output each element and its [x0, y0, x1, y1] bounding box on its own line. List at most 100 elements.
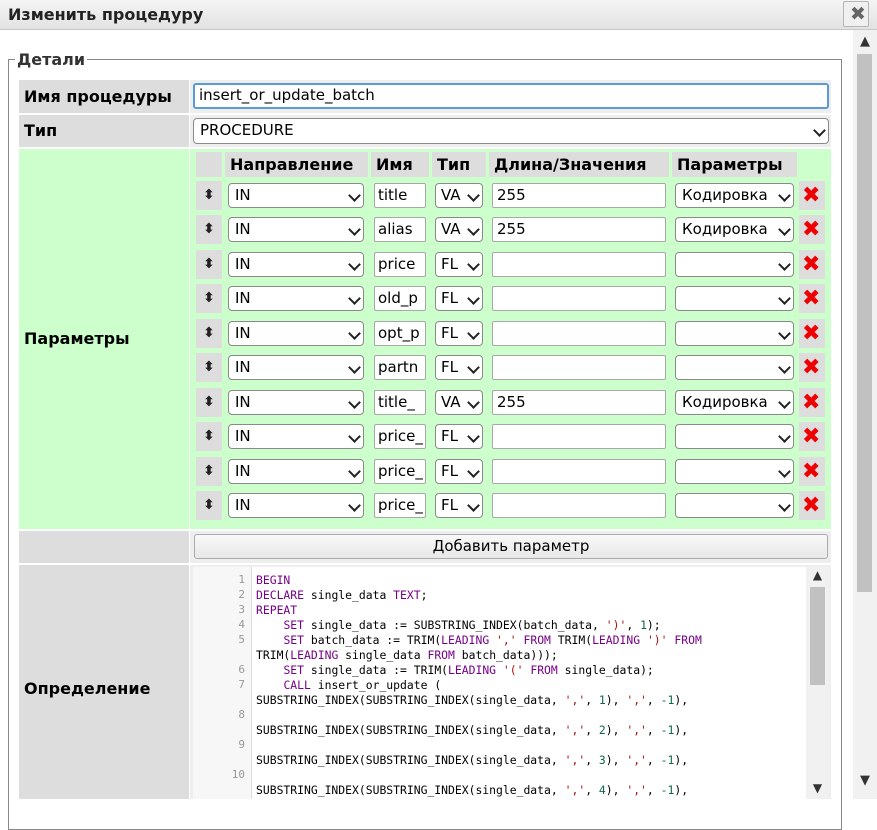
- delete-param-button[interactable]: ✖: [799, 319, 825, 348]
- code-token: ,: [646, 693, 661, 707]
- param-direction-select[interactable]: IN: [228, 183, 364, 208]
- drag-handle-icon[interactable]: ⬍: [196, 215, 222, 244]
- delete-param-button[interactable]: ✖: [799, 388, 825, 417]
- scroll-up-icon[interactable]: ▲: [853, 32, 877, 52]
- param-options-select[interactable]: [675, 321, 794, 346]
- code-token: TRIM(: [550, 633, 593, 647]
- drag-handle-icon[interactable]: ⬍: [196, 250, 222, 279]
- param-type-select[interactable]: FL: [435, 286, 483, 311]
- param-name-input[interactable]: old_p: [374, 286, 426, 311]
- param-type-select[interactable]: VA: [435, 183, 483, 208]
- param-length-input[interactable]: [492, 459, 666, 484]
- param-options-select[interactable]: Кодировка: [675, 183, 794, 208]
- code-token: FROM: [427, 648, 455, 662]
- param-type-select[interactable]: FL: [435, 252, 483, 277]
- code-editor[interactable]: 1 2 3 4 5 6 7 8 9 10 BEGIN DECLARE single_data TEX…: [193, 567, 829, 799]
- param-name-input[interactable]: partn: [374, 355, 426, 380]
- param-direction-select[interactable]: IN: [228, 252, 364, 277]
- param-length-input[interactable]: [492, 424, 666, 449]
- param-name-input[interactable]: alias: [374, 217, 426, 242]
- param-type-value: FL: [441, 324, 458, 342]
- param-options-select[interactable]: [675, 424, 794, 449]
- param-length-input[interactable]: 255: [492, 390, 666, 415]
- param-options-select[interactable]: [675, 459, 794, 484]
- delete-icon: ✖: [802, 355, 821, 380]
- chevron-down-icon: [778, 430, 791, 443]
- param-direction-select[interactable]: IN: [228, 286, 364, 311]
- param-options-select[interactable]: [675, 286, 794, 311]
- param-length-input[interactable]: 255: [492, 217, 666, 242]
- param-length-input[interactable]: [492, 321, 666, 346]
- code-token: batch_data)));: [454, 648, 558, 662]
- param-type-select[interactable]: FL: [435, 424, 483, 449]
- param-type-select[interactable]: VA: [435, 217, 483, 242]
- drag-handle-icon[interactable]: ⬍: [196, 181, 222, 210]
- param-direction-select[interactable]: IN: [228, 217, 364, 242]
- procedure-name-input[interactable]: insert_or_update_batch: [193, 83, 829, 109]
- scrollbar-thumb[interactable]: [857, 54, 872, 592]
- param-type-select[interactable]: FL: [435, 459, 483, 484]
- param-length-input[interactable]: 255: [492, 183, 666, 208]
- code-token: TEXT: [393, 588, 421, 602]
- drag-handle-icon[interactable]: ⬍: [196, 491, 222, 520]
- param-name-input[interactable]: title: [374, 183, 426, 208]
- param-options-select[interactable]: Кодировка: [675, 390, 794, 415]
- param-options-select[interactable]: Кодировка: [675, 217, 794, 242]
- param-name-input[interactable]: price_: [374, 493, 426, 518]
- add-param-label-cell: [19, 531, 189, 563]
- editor-scroll-up-icon[interactable]: ▲: [806, 568, 829, 582]
- dialog-title: Изменить процедуру: [8, 5, 204, 24]
- param-direction-select[interactable]: IN: [228, 493, 364, 518]
- delete-param-button[interactable]: ✖: [799, 181, 825, 210]
- delete-param-button[interactable]: ✖: [799, 422, 825, 451]
- delete-param-button[interactable]: ✖: [799, 491, 825, 520]
- param-direction-select[interactable]: IN: [228, 390, 364, 415]
- delete-param-button[interactable]: ✖: [799, 250, 825, 279]
- close-button[interactable]: ✖: [843, 1, 869, 27]
- param-name-input[interactable]: price_: [374, 424, 426, 449]
- code-line: TRIM(LEADING single_data FROM batch_data…: [256, 648, 558, 662]
- param-options-select[interactable]: [675, 355, 794, 380]
- param-length-input[interactable]: [492, 286, 666, 311]
- delete-param-button[interactable]: ✖: [799, 215, 825, 244]
- param-name-input[interactable]: price: [374, 252, 426, 277]
- param-type-select[interactable]: VA: [435, 390, 483, 415]
- param-length-input[interactable]: [492, 493, 666, 518]
- delete-param-button[interactable]: ✖: [799, 284, 825, 313]
- delete-param-button[interactable]: ✖: [799, 457, 825, 486]
- param-length-input[interactable]: [492, 355, 666, 380]
- param-name-input[interactable]: price_: [374, 459, 426, 484]
- param-direction-select[interactable]: IN: [228, 355, 364, 380]
- editor-scrollbar[interactable]: ▲ ▼: [806, 567, 829, 799]
- drag-handle-icon[interactable]: ⬍: [196, 457, 222, 486]
- add-parameter-button[interactable]: Добавить параметр: [194, 534, 828, 559]
- param-type-select[interactable]: FL: [435, 355, 483, 380]
- delete-param-button[interactable]: ✖: [799, 353, 825, 382]
- code-token: ')': [646, 633, 668, 647]
- drag-handle-icon[interactable]: ⬍: [196, 388, 222, 417]
- drag-handle-icon[interactable]: ⬍: [196, 284, 222, 313]
- param-name-input[interactable]: title_: [374, 390, 426, 415]
- param-type-select[interactable]: FL: [435, 493, 483, 518]
- param-direction-select[interactable]: IN: [228, 459, 364, 484]
- param-direction-select[interactable]: IN: [228, 321, 364, 346]
- code-token: 1: [598, 693, 606, 707]
- param-direction-select[interactable]: IN: [228, 424, 364, 449]
- param-type-select[interactable]: FL: [435, 321, 483, 346]
- drag-handle-icon[interactable]: ⬍: [196, 422, 222, 451]
- code-token: SUBSTRING_INDEX(SUBSTRING_INDEX(single_d…: [256, 723, 565, 737]
- editor-scrollbar-thumb[interactable]: [810, 587, 825, 685]
- drag-handle-icon[interactable]: ⬍: [196, 353, 222, 382]
- param-name-input[interactable]: opt_p: [374, 321, 426, 346]
- param-options-select[interactable]: [675, 493, 794, 518]
- dialog-scrollbar[interactable]: ▲ ▼: [853, 30, 877, 799]
- scroll-down-icon[interactable]: ▼: [853, 771, 877, 791]
- chevron-down-icon: [348, 396, 361, 409]
- param-length-input[interactable]: [492, 252, 666, 277]
- header-length: Длина/Значения: [489, 152, 669, 177]
- param-options-select[interactable]: [675, 252, 794, 277]
- drag-handle-icon[interactable]: ⬍: [196, 319, 222, 348]
- chevron-down-icon: [348, 499, 361, 512]
- editor-scroll-down-icon[interactable]: ▼: [806, 781, 829, 795]
- procedure-type-select[interactable]: PROCEDURE: [193, 118, 829, 144]
